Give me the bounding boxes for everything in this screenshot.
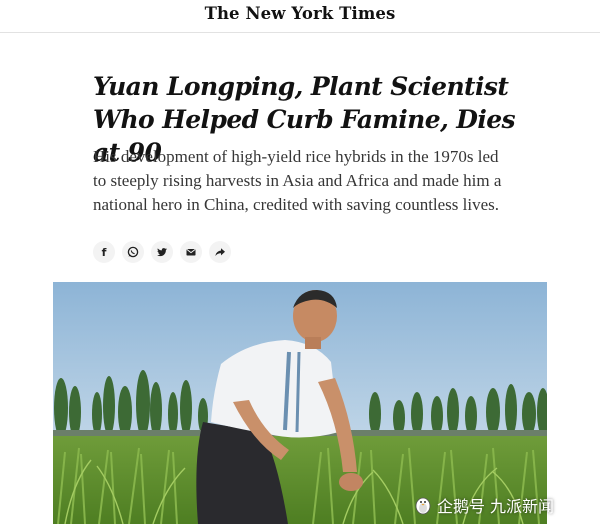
share-toolbar: f [93, 241, 231, 263]
penguin-icon [415, 497, 431, 515]
more-share-button[interactable] [209, 241, 231, 263]
facebook-icon: f [101, 245, 107, 259]
share-arrow-icon [215, 248, 225, 256]
masthead: The New York Times [0, 0, 600, 33]
whatsapp-share-button[interactable] [122, 241, 144, 263]
facebook-share-button[interactable]: f [93, 241, 115, 263]
email-share-button[interactable] [180, 241, 202, 263]
email-icon [186, 249, 196, 256]
watermark-account: 九派新闻 [490, 497, 555, 516]
watermark-platform: 企鹅号 [437, 497, 486, 516]
article-summary: His development of high-yield rice hybri… [93, 147, 502, 214]
whatsapp-icon [127, 246, 139, 258]
article-photo [53, 282, 547, 524]
nyt-logo[interactable]: The New York Times [0, 4, 600, 23]
twitter-icon [157, 248, 167, 257]
watermark: 企鹅号 九派新闻 [414, 493, 554, 517]
twitter-share-button[interactable] [151, 241, 173, 263]
